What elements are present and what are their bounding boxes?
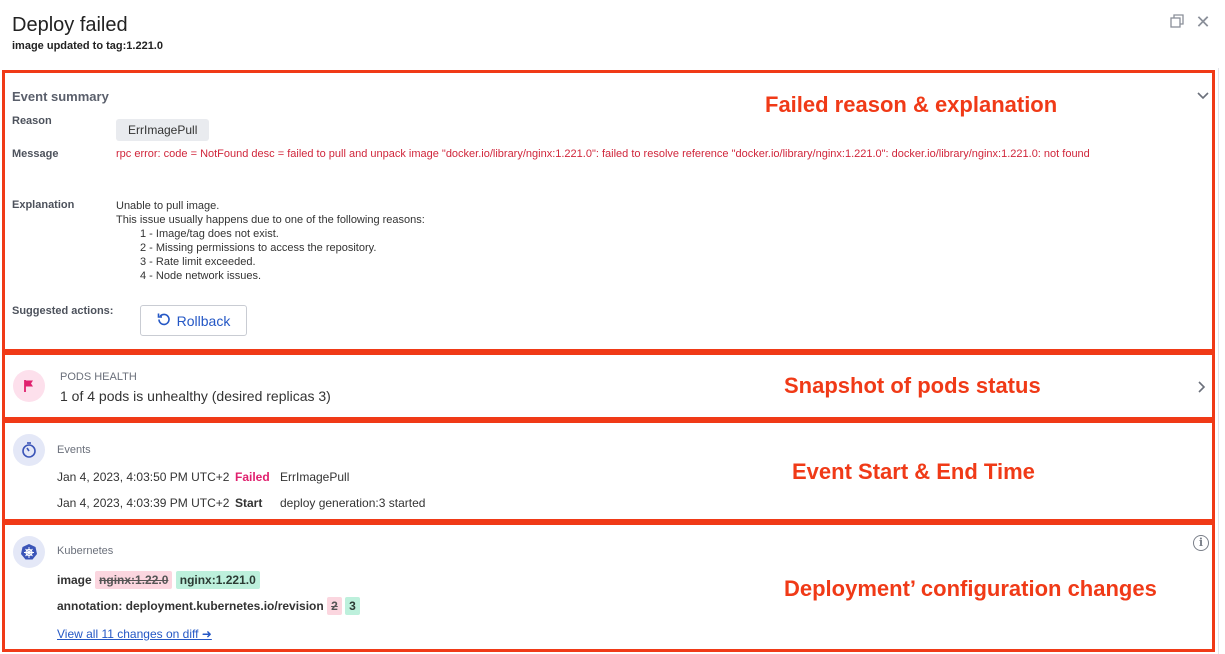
rollback-button[interactable]: Rollback bbox=[140, 305, 247, 336]
page-title: Deploy failed bbox=[12, 14, 128, 36]
image-change-row: image nginx:1.22.0 nginx:1.221.0 bbox=[57, 571, 260, 589]
rollback-label: Rollback bbox=[176, 312, 231, 329]
explanation-reason: 3 - Rate limit exceeded. bbox=[140, 256, 256, 268]
open-new-window-icon[interactable] bbox=[1169, 14, 1185, 30]
chevron-right-icon[interactable] bbox=[1197, 380, 1207, 399]
new-image-tag: nginx:1.221.0 bbox=[175, 571, 260, 589]
image-label: image bbox=[57, 573, 92, 587]
suggested-actions-label: Suggested actions: bbox=[12, 305, 114, 317]
old-revision: 2 bbox=[327, 597, 342, 615]
kubernetes-icon bbox=[13, 536, 45, 568]
panel-header: Deploy failed image updated to tag:1.221… bbox=[0, 0, 1225, 68]
event-time: Jan 4, 2023, 4:03:39 PM UTC+2 bbox=[57, 496, 230, 510]
event-summary-title: Event summary bbox=[12, 89, 109, 104]
event-status-start: Start bbox=[235, 496, 263, 510]
page-subtitle: image updated to tag:1.221.0 bbox=[12, 40, 163, 52]
explanation-reason: 1 - Image/tag does not exist. bbox=[140, 228, 279, 240]
explanation-line: This issue usually happens due to one of… bbox=[116, 214, 425, 226]
kubernetes-title: Kubernetes bbox=[57, 545, 114, 557]
reason-chip: ErrImagePull bbox=[116, 119, 210, 141]
explanation-text: Unable to pull image. This issue usually… bbox=[116, 199, 425, 283]
view-diff-link[interactable]: View all 11 changes on diff ➜ bbox=[57, 627, 212, 641]
explanation-line: Unable to pull image. bbox=[116, 200, 220, 212]
annotation-label: annotation: deployment.kubernetes.io/rev… bbox=[57, 599, 324, 613]
chevron-down-icon[interactable] bbox=[1196, 88, 1210, 107]
message-label: Message bbox=[12, 148, 59, 160]
annotation-pods-status: Snapshot of pods status bbox=[784, 373, 1041, 398]
pods-health-status: 1 of 4 pods is unhealthy (desired replic… bbox=[60, 388, 331, 404]
event-detail: ErrImagePull bbox=[280, 470, 350, 484]
annotation-change-row: annotation: deployment.kubernetes.io/rev… bbox=[57, 597, 360, 615]
annotation-failed-reason: Failed reason & explanation bbox=[765, 92, 1058, 117]
events-title: Events bbox=[57, 444, 91, 456]
event-detail: deploy generation:3 started bbox=[280, 496, 426, 510]
explanation-reason: 4 - Node network issues. bbox=[140, 270, 262, 282]
info-icon[interactable]: i bbox=[1193, 535, 1209, 551]
explanation-reason: 2 - Missing permissions to access the re… bbox=[140, 242, 377, 254]
annotation-event-time: Event Start & End Time bbox=[792, 459, 1035, 484]
pods-health-caption: PODS HEALTH bbox=[60, 371, 137, 383]
event-time: Jan 4, 2023, 4:03:50 PM UTC+2 bbox=[57, 470, 230, 484]
event-status-failed: Failed bbox=[235, 470, 270, 484]
scrollbar-track bbox=[1218, 68, 1219, 654]
timer-icon bbox=[13, 434, 45, 466]
new-revision: 3 bbox=[345, 597, 360, 615]
reason-label: Reason bbox=[12, 115, 52, 127]
old-image-tag: nginx:1.22.0 bbox=[95, 571, 173, 589]
flag-icon bbox=[13, 370, 45, 402]
annotation-config-changes: Deployment’ configuration changes bbox=[784, 576, 1157, 601]
undo-icon bbox=[157, 312, 171, 329]
error-message: rpc error: code = NotFound desc = failed… bbox=[116, 148, 1090, 160]
close-icon[interactable]: ✕ bbox=[1195, 13, 1211, 31]
explanation-label: Explanation bbox=[12, 199, 75, 211]
